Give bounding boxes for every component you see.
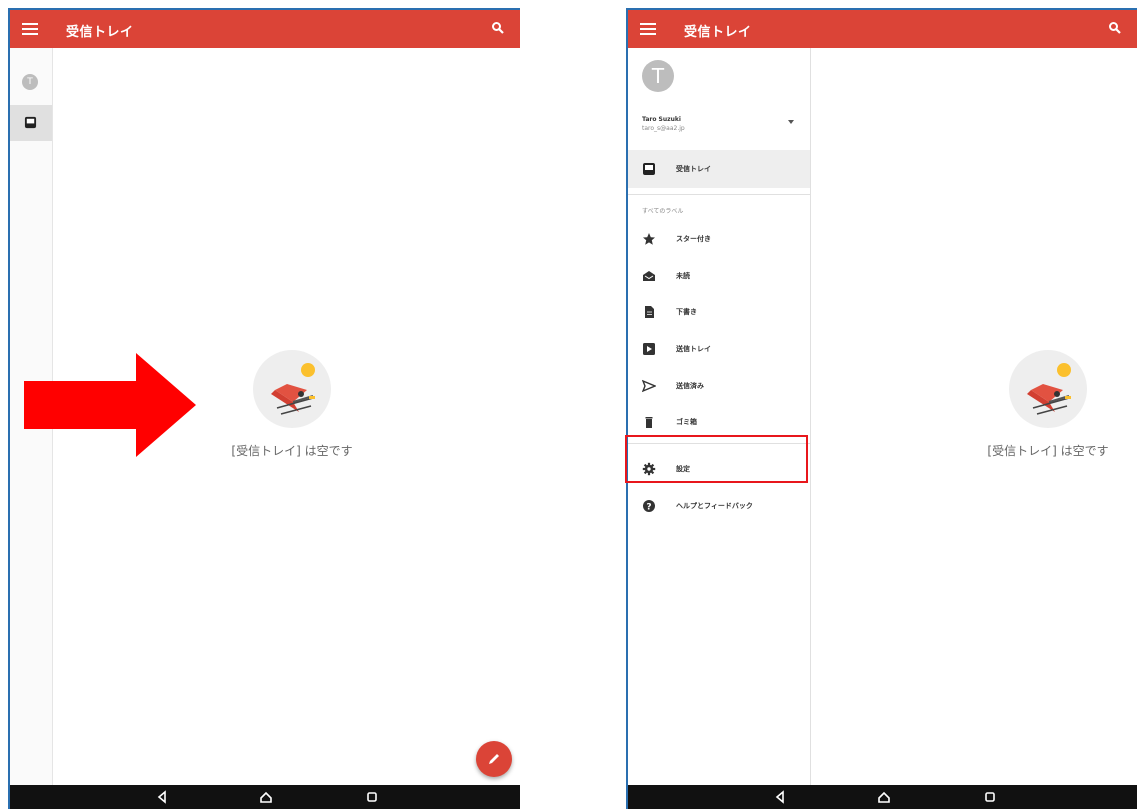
search-icon[interactable] xyxy=(490,20,506,36)
account-avatar[interactable]: T xyxy=(642,60,674,92)
back-icon[interactable] xyxy=(150,785,174,809)
section-header: すべてのラベル xyxy=(642,208,684,215)
app-bar: 受信トレイ xyxy=(10,10,520,48)
gear-icon xyxy=(642,462,656,476)
drawer-item-label: ゴミ箱 xyxy=(676,418,697,426)
drawer-item-inbox[interactable]: 受信トレイ xyxy=(628,150,810,188)
drawer-item-drafts[interactable]: 下書き xyxy=(628,297,810,327)
system-nav-bar xyxy=(628,785,1137,809)
inbox-icon xyxy=(24,116,37,129)
recents-icon[interactable] xyxy=(978,785,1002,809)
draft-document-icon xyxy=(645,306,654,318)
menu-icon[interactable] xyxy=(22,20,38,36)
app-title: 受信トレイ xyxy=(66,25,134,40)
home-icon[interactable] xyxy=(254,785,278,809)
star-icon xyxy=(643,233,655,245)
empty-inbox-message: [受信トレイ] は空です xyxy=(231,444,353,458)
drawer-item-label: 送信トレイ xyxy=(676,345,711,353)
drawer-item-label: 設定 xyxy=(676,465,690,473)
divider xyxy=(628,443,810,444)
drawer-item-help[interactable]: ? ヘルプとフィードバック xyxy=(628,491,810,521)
recents-icon[interactable] xyxy=(360,785,384,809)
system-nav-bar xyxy=(10,785,520,809)
account-email: taro_s@aa2.jp xyxy=(642,125,685,132)
drawer-item-trash[interactable]: ゴミ箱 xyxy=(628,407,810,437)
rail-inbox-button[interactable] xyxy=(10,105,52,141)
send-icon xyxy=(642,379,656,393)
help-icon: ? xyxy=(643,500,655,513)
drawer-item-label: 受信トレイ xyxy=(676,165,711,173)
app-title: 受信トレイ xyxy=(684,25,752,40)
drawer-item-settings[interactable]: 設定 xyxy=(628,454,810,484)
divider xyxy=(628,194,810,195)
trash-icon xyxy=(645,417,653,428)
back-icon[interactable] xyxy=(768,785,792,809)
drawer-item-label: 未読 xyxy=(676,272,690,280)
empty-inbox-message: [受信トレイ] は空です xyxy=(987,444,1109,458)
account-name: Taro Suzuki xyxy=(642,116,681,123)
home-icon[interactable] xyxy=(872,785,896,809)
compose-button[interactable] xyxy=(476,741,512,777)
open-envelope-icon xyxy=(643,271,655,281)
drawer-item-label: 下書き xyxy=(676,308,697,316)
drawer-item-unread[interactable]: 未読 xyxy=(628,261,810,291)
drawer-item-label: ヘルプとフィードバック xyxy=(676,502,753,510)
drawer-item-starred[interactable]: スター付き xyxy=(628,224,810,254)
right-screen: 受信トレイ T Taro Suzuki taro_s@aa2.jp 受信トレイ … xyxy=(626,8,1137,809)
avatar[interactable]: T xyxy=(22,74,38,90)
outbox-icon xyxy=(643,343,655,355)
app-bar: 受信トレイ xyxy=(628,10,1137,48)
empty-state: [受信トレイ] は空です xyxy=(968,350,1128,459)
drawer-item-outbox[interactable]: 送信トレイ xyxy=(628,334,810,364)
beach-chair-illustration xyxy=(1009,350,1087,428)
menu-icon[interactable] xyxy=(640,20,656,36)
pencil-icon xyxy=(489,754,499,764)
drawer-item-label: 送信済み xyxy=(676,382,704,390)
navigation-drawer: T Taro Suzuki taro_s@aa2.jp 受信トレイ すべてのラベ… xyxy=(628,48,811,785)
beach-chair-illustration xyxy=(253,350,331,428)
svg-text:?: ? xyxy=(646,503,651,513)
empty-state: [受信トレイ] は空です xyxy=(192,350,392,459)
account-dropdown-icon[interactable] xyxy=(788,120,794,124)
search-icon[interactable] xyxy=(1107,20,1123,36)
drawer-item-label: スター付き xyxy=(676,235,711,243)
inbox-icon xyxy=(643,163,655,175)
red-arrow-indicator xyxy=(24,353,196,457)
drawer-item-sent[interactable]: 送信済み xyxy=(628,371,810,401)
